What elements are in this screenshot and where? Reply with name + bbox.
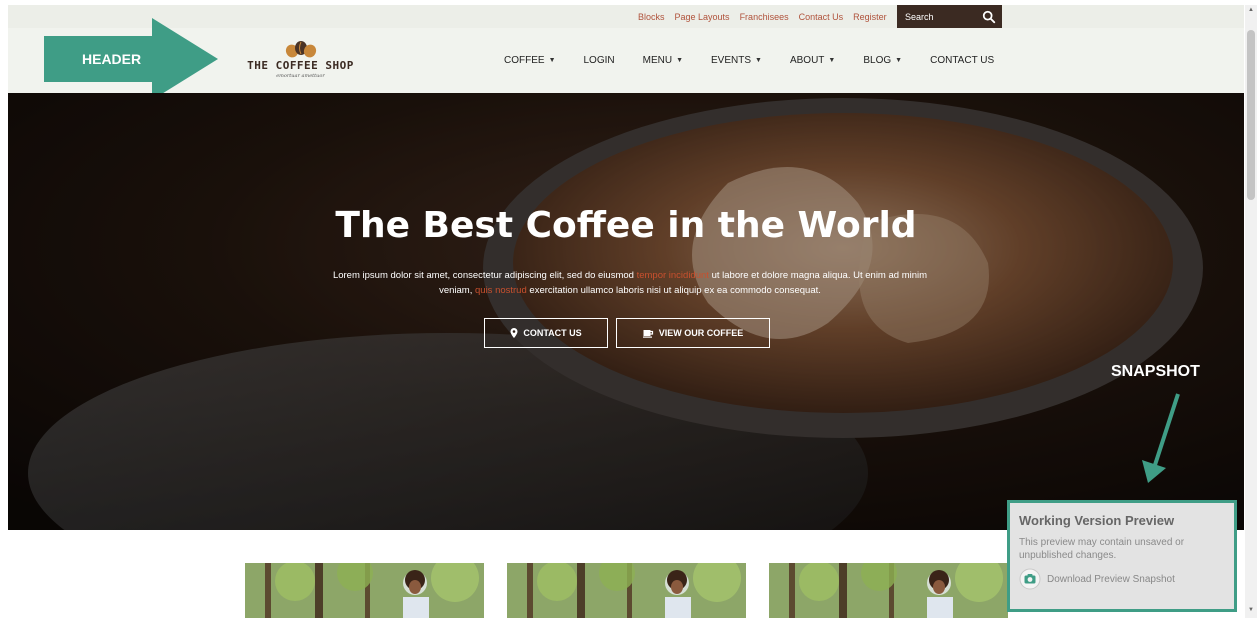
hero-section: The Best Coffee in the World Lorem ipsum… (8, 93, 1244, 530)
scroll-thumb[interactable] (1247, 30, 1255, 200)
preview-panel-description: This preview may contain unsaved or unpu… (1019, 537, 1185, 561)
caret-down-icon: ▼ (548, 57, 556, 64)
search-icon[interactable] (982, 10, 996, 24)
snapshot-annotation-label: SNAPSHOT (1111, 363, 1200, 380)
nav-item-label: MENU (642, 55, 673, 66)
hero-text-1: Lorem ipsum dolor sit amet, consectetur … (332, 270, 637, 281)
utility-link-register[interactable]: Register (853, 12, 887, 22)
card-image-woman-in-forest[interactable] (245, 563, 484, 618)
coffee-bean-logo-icon (285, 41, 316, 58)
working-version-preview-panel: Working Version Preview This preview may… (1007, 500, 1237, 612)
nav-item-label: BLOG (863, 55, 892, 66)
hero-buttons: CONTACT US VIEW OUR COFFEE (484, 318, 770, 348)
download-preview-snapshot-link[interactable]: Download Preview Snapshot (1019, 568, 1225, 590)
hero-title: The Best Coffee in the World (335, 205, 917, 246)
logo-name: THE COFFEE SHOP (247, 59, 354, 72)
scroll-up-arrow-icon[interactable]: ▲ (1247, 7, 1255, 15)
nav-item-menu[interactable]: MENU ▼ (643, 55, 683, 66)
nav-item-label: ABOUT (789, 55, 825, 66)
card-image-woman-in-forest[interactable] (507, 563, 746, 618)
utility-link-contact-us[interactable]: Contact Us (799, 12, 844, 22)
logo-tagline: emortuar amettuor (276, 73, 325, 79)
nav-item-label: LOGIN (583, 55, 615, 66)
caret-down-icon: ▼ (676, 57, 684, 64)
contact-us-button-label: CONTACT US (523, 328, 582, 338)
utility-link-blocks[interactable]: Blocks (638, 12, 665, 22)
caret-down-icon: ▼ (755, 57, 762, 64)
card-image-woman-in-forest[interactable] (769, 563, 1008, 618)
hero-text-highlight-1: tempor incididunt (636, 270, 709, 281)
nav-item-blog[interactable]: BLOG ▼ (863, 55, 902, 66)
download-preview-snapshot-label: Download Preview Snapshot (1047, 573, 1175, 585)
main-menu: COFFEE ▼ LOGIN MENU ▼ EVENTS ▼ ABOUT ▼ B… (504, 28, 994, 93)
page-scrollbar[interactable]: ▲ ▼ (1245, 5, 1257, 618)
utility-link-franchisees[interactable]: Franchisees (740, 12, 789, 22)
nav-item-label: EVENTS (711, 55, 752, 66)
nav-item-label: COFFEE (504, 55, 545, 66)
hero-text-highlight-2: quis nostrud (475, 285, 527, 296)
coffee-cup-hero-image (8, 93, 1244, 530)
card-row (245, 563, 1008, 618)
nav-item-coffee[interactable]: COFFEE ▼ (504, 55, 556, 66)
site-logo[interactable]: THE COFFEE SHOP emortuar amettuor (243, 40, 358, 85)
nav-item-login[interactable]: LOGIN (584, 55, 615, 66)
view-our-coffee-button[interactable]: VIEW OUR COFFEE (616, 318, 770, 348)
view-our-coffee-button-label: VIEW OUR COFFEE (658, 328, 744, 338)
nav-item-label: CONTACT US (930, 55, 995, 66)
preview-panel-title: Working Version Preview (1019, 513, 1175, 528)
hero-description: Lorem ipsum dolor sit amet, consectetur … (320, 268, 940, 298)
scroll-down-arrow-icon[interactable]: ▼ (1247, 607, 1255, 615)
nav-item-contact-us[interactable]: CONTACT US (930, 55, 994, 66)
caret-down-icon: ▼ (895, 57, 903, 64)
camera-icon (1019, 568, 1041, 590)
hero-text-3: exercitation ullamco laboris nisi ut ali… (526, 285, 821, 296)
utility-link-page-layouts[interactable]: Page Layouts (675, 12, 730, 22)
utility-links: Blocks Page Layouts Franchisees Contact … (638, 5, 887, 28)
nav-item-about[interactable]: ABOUT ▼ (790, 55, 835, 66)
snapshot-annotation-arrow (1142, 393, 1180, 483)
search-input[interactable] (903, 10, 977, 23)
search-box[interactable] (897, 5, 1002, 28)
map-pin-icon (510, 328, 518, 338)
header-annotation-label: HEADER (82, 51, 142, 67)
contact-us-button[interactable]: CONTACT US (484, 318, 608, 348)
caret-down-icon: ▼ (828, 57, 836, 64)
coffee-cup-icon (642, 329, 653, 338)
nav-item-events[interactable]: EVENTS ▼ (711, 55, 762, 66)
